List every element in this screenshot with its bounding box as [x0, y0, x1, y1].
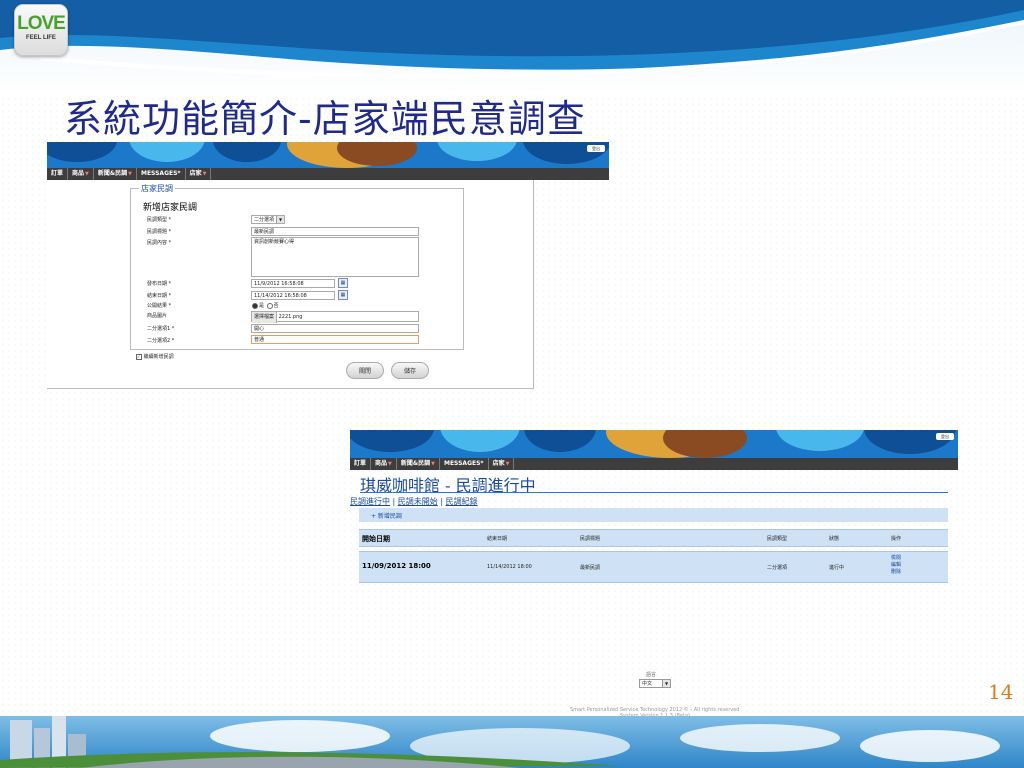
file-name: 2221.png — [278, 314, 303, 320]
radio-yes[interactable] — [252, 302, 258, 309]
end-date-input[interactable]: 11/14/2012 16:58:08 — [251, 291, 335, 300]
logo-text: LOVE — [17, 13, 66, 34]
content-label: 民調內容 * — [147, 240, 172, 246]
choose-file-button[interactable]: 選擇檔案 — [252, 312, 278, 323]
calendar-icon[interactable]: ▦ — [338, 278, 348, 288]
file-input[interactable]: 選擇檔案 2221.png — [251, 311, 419, 323]
start-date-label: 發布日期 * — [147, 281, 172, 287]
logo-subtext: FEEL LIFE — [26, 35, 56, 41]
chevron-down-icon: ▼ — [388, 461, 392, 467]
row-end-date: 11/14/2012 18:00 — [487, 564, 532, 570]
nav-item-store[interactable]: 店家▼ — [489, 458, 515, 470]
chevron-down-icon: ▼ — [128, 171, 132, 177]
nav-item-news-surveys[interactable]: 新聞&民調▼ — [397, 458, 440, 470]
title-divider — [360, 492, 948, 493]
table-header: 開始日期 結束日期 民調標題 民調類型 狀態 操作 — [359, 529, 948, 547]
title-input[interactable]: 最新民調 — [251, 227, 419, 236]
page-number: 14 — [988, 680, 1014, 704]
checkbox[interactable]: ✓ — [136, 353, 142, 360]
nav-item-orders[interactable]: 訂單 — [47, 168, 69, 180]
nav-item-store[interactable]: 店家▼ — [186, 168, 212, 180]
chevron-down-icon[interactable]: ▼ — [662, 680, 670, 687]
action-view-link[interactable]: 檢閱 — [891, 555, 901, 561]
app-banner: 登出 — [47, 142, 609, 168]
save-button[interactable]: 儲存 — [391, 362, 429, 379]
col-type[interactable]: 民調類型 — [767, 535, 787, 542]
chevron-down-icon: ▼ — [85, 171, 89, 177]
option2-label: 二分選項2 * — [147, 338, 175, 344]
nav-item-orders[interactable]: 訂單 — [350, 458, 372, 470]
add-survey-bar: + 新增民調 — [359, 508, 948, 522]
main-nav: 訂單 商品▼ 新聞&民調▼ MESSAGES* 店家▼ — [350, 458, 958, 470]
radio-no[interactable] — [266, 302, 273, 309]
type-label: 民調類型 * — [147, 217, 172, 223]
main-nav: 訂單 商品▼ 新聞&民調▼ MESSAGES* 店家▼ — [47, 168, 609, 180]
slide-title: 系統功能簡介-店家端民意調查 — [64, 97, 586, 141]
nav-item-messages[interactable]: MESSAGES* — [137, 168, 186, 180]
continue-add-checkbox-row: ✓ 繼續新增民調 — [136, 353, 174, 360]
language-label: 語言 — [646, 672, 657, 678]
type-select[interactable]: 二分選項 ▼ — [251, 215, 285, 224]
wave-graphic — [0, 0, 1024, 95]
end-date-label: 結束日期 * — [147, 293, 172, 299]
chevron-down-icon: ▼ — [431, 461, 435, 467]
image-label: 商品圖片 — [147, 313, 168, 319]
survey-subtabs: 民調進行中 | 民調未開始 | 民調紀錄 — [350, 497, 478, 506]
action-delete-link[interactable]: 刪除 — [891, 569, 901, 575]
row-title: 最新民調 — [580, 565, 601, 571]
table-row: 11/09/2012 18:00 11/14/2012 18:00 最新民調 二… — [359, 551, 948, 583]
option1-label: 二分選項1 * — [147, 326, 175, 332]
col-start-date[interactable]: 開始日期 — [362, 534, 390, 544]
public-result-radios: 是 否 — [251, 302, 279, 309]
bottom-decoration-band — [0, 716, 1024, 768]
form-title: 新增店家民調 — [143, 203, 198, 213]
banner-graphic — [47, 142, 609, 168]
col-title[interactable]: 民調標題 — [580, 535, 600, 542]
col-actions: 操作 — [891, 536, 902, 542]
row-type: 二分選項 — [767, 565, 788, 571]
nav-item-products[interactable]: 商品▼ — [68, 168, 94, 180]
action-edit-link[interactable]: 編輯 — [891, 562, 901, 568]
chevron-down-icon: ▼ — [505, 461, 510, 467]
calendar-icon[interactable]: ▦ — [338, 290, 348, 300]
add-survey-form-screenshot: 登出 訂單 商品▼ 新聞&民調▼ MESSAGES* 店家▼ 店家民調 新增店家… — [47, 142, 609, 389]
fieldset-legend: 店家民調 — [139, 183, 175, 194]
row-status: 進行中 — [829, 565, 845, 571]
nav-item-products[interactable]: 商品▼ — [371, 458, 397, 470]
logout-button[interactable]: 登出 — [587, 145, 605, 152]
logout-button[interactable]: 登出 — [936, 433, 954, 440]
tab-history[interactable]: 民調紀錄 — [446, 497, 478, 506]
option2-input[interactable]: 普通 — [251, 335, 419, 344]
nav-item-messages[interactable]: MESSAGES* — [440, 458, 489, 470]
add-survey-link[interactable]: + 新增民調 — [371, 511, 402, 520]
top-decoration-band — [0, 0, 1024, 95]
col-end-date[interactable]: 結束日期 — [487, 535, 507, 542]
survey-list-screenshot: 登出 訂單 商品▼ 新聞&民調▼ MESSAGES* 店家▼ 琪威咖啡館 - 民… — [350, 430, 958, 585]
love-logo: LOVE FEEL LIFE — [14, 4, 68, 56]
content-textarea[interactable]: 資訊創新競賽心得 — [251, 237, 419, 277]
option1-input[interactable]: 開心 — [251, 324, 419, 333]
start-date-input[interactable]: 11/9/2012 16:58:08 — [251, 279, 335, 288]
public-result-label: 公開結果 * — [147, 303, 172, 309]
nav-item-news-surveys[interactable]: 新聞&民調▼ — [94, 168, 137, 180]
tab-not-started[interactable]: 民調未開始 — [398, 497, 438, 506]
banner-graphic — [350, 430, 958, 458]
chevron-down-icon: ▼ — [202, 171, 207, 177]
sky-road-graphic — [0, 716, 1024, 768]
row-start-date: 11/09/2012 18:00 — [362, 562, 431, 570]
tab-in-progress[interactable]: 民調進行中 — [350, 497, 390, 506]
title-label: 民調標題 * — [147, 229, 172, 235]
close-button[interactable]: 關閉 — [346, 362, 384, 379]
chevron-down-icon: ▼ — [276, 216, 284, 223]
col-status[interactable]: 狀態 — [829, 535, 839, 542]
app-banner: 登出 — [350, 430, 958, 458]
